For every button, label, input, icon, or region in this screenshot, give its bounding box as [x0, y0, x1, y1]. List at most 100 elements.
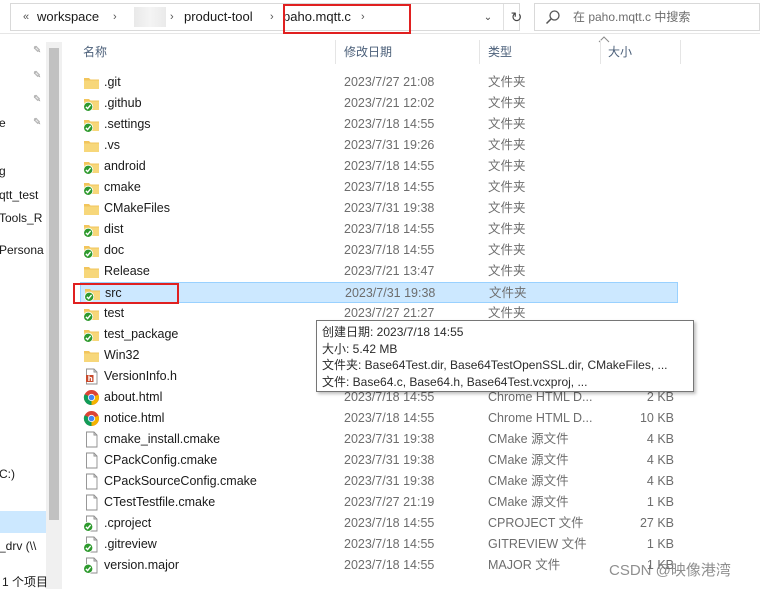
- file-size: [600, 198, 674, 219]
- folder-synced-icon: [83, 309, 99, 322]
- file-type: CMake 源文件: [488, 432, 569, 446]
- file-date: 2023/7/18 14:55: [344, 222, 435, 236]
- file-row[interactable]: cmake_install.cmake 2023/7/31 19:38 CMake …: [80, 429, 678, 450]
- file-row[interactable]: doc 2023/7/18 14:55 文件夹: [80, 240, 678, 261]
- file-size: [600, 114, 674, 135]
- folder-synced-icon: [83, 183, 99, 196]
- file-size: 1 KB: [646, 495, 674, 509]
- file-size: [600, 240, 674, 261]
- file-type: 文件夹: [488, 222, 526, 236]
- watermark: CSDN @映像港湾: [609, 562, 731, 579]
- file-row[interactable]: .gitreview 2023/7/18 14:55 GITREVIEW 文件 1 K…: [80, 534, 678, 555]
- folder-synced-icon: [83, 162, 99, 175]
- file-type: 文件夹: [488, 264, 526, 278]
- file-date: 2023/7/18 14:55: [344, 243, 435, 257]
- file-date: 2023/7/31 19:38: [344, 474, 435, 488]
- folder-icon: [84, 141, 99, 152]
- file-icon: [86, 452, 98, 469]
- file-row[interactable]: CTestTestfile.cmake 2023/7/27 21:19 CMake …: [80, 492, 678, 513]
- file-type: 文件夹: [488, 75, 526, 89]
- file-type: 文件夹: [488, 96, 526, 110]
- file-row[interactable]: notice.html 2023/7/18 14:55 Chrome HTML D.…: [80, 408, 678, 429]
- tooltip-files: 文件: Base64.c, Base64.h, Base64Test.vcxpr…: [322, 374, 588, 389]
- file-row[interactable]: CMakeFiles 2023/7/31 19:38 文件夹: [80, 198, 678, 219]
- file-type: MAJOR 文件: [488, 558, 561, 572]
- file-type: 文件夹: [489, 286, 527, 300]
- file-row[interactable]: android 2023/7/18 14:55 文件夹: [80, 156, 678, 177]
- file-name: .cproject: [104, 516, 152, 530]
- file-size: 4 KB: [646, 432, 674, 446]
- folder-icon: [84, 204, 99, 215]
- folder-icon: [84, 351, 99, 362]
- file-name: .git: [104, 75, 121, 89]
- tooltip-created: 创建日期: 2023/7/18 14:55: [322, 325, 464, 339]
- file-name: about.html: [104, 390, 163, 404]
- file-size: 1 KB: [646, 537, 674, 551]
- file-date: 2023/7/18 14:55: [344, 537, 435, 551]
- folder-synced-icon: [83, 99, 99, 112]
- file-date: 2023/7/31 19:38: [344, 453, 435, 467]
- file-date: 2023/7/18 14:55: [344, 117, 435, 131]
- file-size: [600, 177, 674, 198]
- file-type: Chrome HTML D...: [488, 411, 593, 425]
- file-type: CPROJECT 文件: [488, 516, 584, 530]
- folder-icon: [84, 78, 99, 89]
- file-size: [600, 261, 674, 282]
- src-highlight-box: [73, 283, 179, 304]
- folder-synced-icon: [83, 330, 99, 343]
- file-name: version.major: [104, 558, 180, 572]
- file-date: 2023/7/18 14:55: [344, 411, 435, 425]
- file-row[interactable]: .git 2023/7/27 21:08 文件夹: [80, 72, 678, 93]
- file-icon: [86, 473, 98, 490]
- file-date: 2023/7/31 19:38: [344, 432, 435, 446]
- file-synced-icon: [83, 515, 98, 532]
- file-date: 2023/7/31 19:38: [345, 286, 436, 300]
- folder-synced-icon: [83, 246, 99, 259]
- file-row[interactable]: Release 2023/7/21 13:47 文件夹: [80, 261, 678, 282]
- file-size: 27 KB: [639, 516, 674, 530]
- file-row[interactable]: cmake 2023/7/18 14:55 文件夹: [80, 177, 678, 198]
- tooltip-size: 大小: 5.42 MB: [322, 341, 398, 356]
- file-row[interactable]: .settings 2023/7/18 14:55 文件夹: [80, 114, 678, 135]
- folder-icon: [84, 267, 99, 278]
- file-icon: [86, 431, 98, 448]
- file-type: 文件夹: [488, 180, 526, 194]
- file-row[interactable]: .vs 2023/7/31 19:26 文件夹: [80, 135, 678, 156]
- file-row[interactable]: CPackSourceConfig.cmake 2023/7/31 19:38 CM…: [80, 471, 678, 492]
- file-size: [600, 93, 674, 114]
- file-row[interactable]: dist 2023/7/18 14:55 文件夹: [80, 219, 678, 240]
- file-row[interactable]: .github 2023/7/21 12:02 文件夹: [80, 93, 678, 114]
- file-date: 2023/7/18 14:55: [344, 558, 435, 572]
- file-size: [601, 283, 675, 304]
- file-type: 文件夹: [488, 117, 526, 131]
- folder-synced-icon: [83, 225, 99, 238]
- folder-synced-icon: [83, 120, 99, 133]
- file-size: 10 KB: [639, 411, 674, 425]
- file-name: .github: [104, 96, 142, 110]
- file-size: [600, 156, 674, 177]
- svg-text:h: h: [88, 375, 93, 383]
- file-date: 2023/7/31 19:26: [344, 138, 435, 152]
- file-synced-icon: [83, 557, 98, 574]
- file-row[interactable]: CPackConfig.cmake 2023/7/31 19:38 CMake 源文…: [80, 450, 678, 471]
- file-name: VersionInfo.h: [104, 369, 177, 383]
- file-name: Release: [104, 264, 150, 278]
- file-row[interactable]: version.major 2023/7/18 14:55 MAJOR 文件 1 KB: [80, 555, 678, 576]
- file-type: 文件夹: [488, 201, 526, 215]
- file-size: [600, 72, 674, 93]
- file-name: test_package: [104, 327, 179, 341]
- file-type: CMake 源文件: [488, 495, 569, 509]
- file-type: CMake 源文件: [488, 453, 569, 467]
- file-date: 2023/7/18 14:55: [344, 180, 435, 194]
- file-name: android: [104, 159, 146, 173]
- file-date: 2023/7/21 12:02: [344, 96, 435, 110]
- file-date: 2023/7/18 14:55: [344, 516, 435, 530]
- file-name: .gitreview: [104, 537, 157, 551]
- tooltip-folders: 文件夹: Base64Test.dir, Base64TestOpenSSL.d…: [322, 358, 668, 372]
- header-file-icon: h: [86, 368, 98, 385]
- file-name: Win32: [104, 348, 140, 362]
- file-date: 2023/7/21 13:47: [344, 264, 435, 278]
- file-row[interactable]: .cproject 2023/7/18 14:55 CPROJECT 文件 27 KB: [80, 513, 678, 534]
- file-name: .settings: [104, 117, 151, 131]
- file-type: 文件夹: [488, 243, 526, 257]
